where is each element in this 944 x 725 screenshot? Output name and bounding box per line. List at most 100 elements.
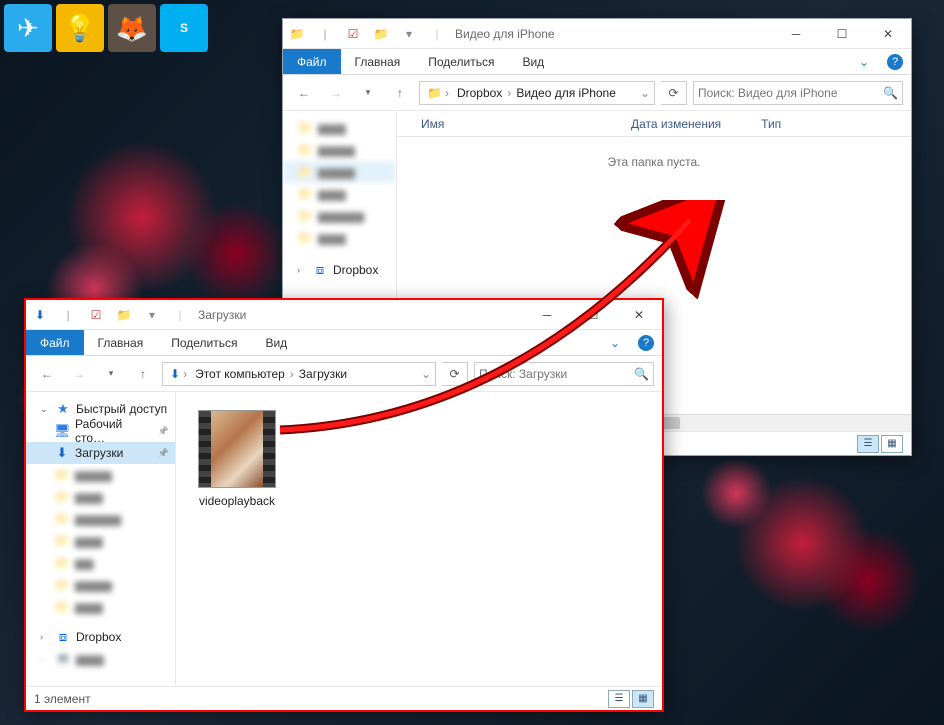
breadcrumb-seg[interactable]: Dropbox (454, 86, 505, 100)
video-thumbnail-icon (198, 410, 276, 488)
chevron-down-icon[interactable]: ⌄ (640, 86, 650, 100)
nav-item-blurred[interactable]: 📁▆▆▆ (283, 117, 396, 139)
content-pane[interactable]: videoplayback (176, 392, 662, 686)
view-details-button[interactable]: ☰ (608, 690, 630, 708)
nav-item-blurred[interactable]: 📁▆▆▆▆▆ (26, 508, 175, 530)
nav-item-blurred[interactable]: 📁▆▆▆▆ (283, 139, 396, 161)
ribbon-tab-home[interactable]: Главная (84, 330, 158, 355)
view-icons-button[interactable]: ▦ (632, 690, 654, 708)
ribbon-tab-share[interactable]: Поделиться (157, 330, 251, 355)
ribbon-expand-icon[interactable]: ⌄ (600, 330, 630, 355)
breadcrumb[interactable]: ⬇› Этот компьютер› Загрузки ⌄ (162, 362, 436, 386)
col-name[interactable]: Имя (421, 117, 631, 131)
refresh-button[interactable]: ⟳ (661, 81, 687, 105)
help-icon[interactable]: ? (887, 54, 903, 70)
maximize-button[interactable]: ☐ (570, 300, 616, 330)
downloads-icon: ⬇ (170, 367, 180, 381)
search-box[interactable]: 🔍 (474, 362, 654, 386)
breadcrumb[interactable]: 📁› Dropbox› Видео для iPhone ⌄ (419, 81, 655, 105)
view-icons-button[interactable]: ▦ (881, 435, 903, 453)
navigation-pane[interactable]: ⌄★Быстрый доступ 🖥Рабочий сто… ⬇Загрузки… (26, 392, 176, 686)
titlebar[interactable]: ⬇ | ☑ 📁 ▾ | Загрузки ─ ☐ ✕ (26, 300, 662, 330)
nav-recent-button[interactable]: ▾ (355, 80, 381, 106)
lightbulb-icon[interactable]: 💡 (56, 4, 104, 52)
desktop-icon: 🖥 (54, 423, 70, 439)
minimize-button[interactable]: ─ (773, 19, 819, 49)
nav-item-blurred[interactable]: 📁▆▆▆ (26, 596, 175, 618)
nav-item-blurred[interactable]: 📁▆▆▆ (26, 530, 175, 552)
nav-forward-button[interactable]: → (323, 80, 349, 106)
nav-item-blurred[interactable]: 📁▆▆▆▆ (26, 464, 175, 486)
qa-overflow-icon[interactable]: ▾ (138, 308, 166, 322)
nav-item-blurred[interactable]: 📁▆▆▆ (26, 486, 175, 508)
nav-item-dropbox[interactable]: ›⧈Dropbox (283, 259, 396, 281)
file-item-video[interactable]: videoplayback (194, 410, 280, 508)
qa-sep2: | (166, 308, 194, 322)
nav-item-blurred[interactable]: 📁▆▆ (26, 552, 175, 574)
help-icon[interactable]: ? (638, 335, 654, 351)
qa-overflow-icon[interactable]: ▾ (395, 27, 423, 41)
skype-icon[interactable]: S (160, 4, 208, 52)
ribbon-tab-view[interactable]: Вид (508, 49, 558, 74)
nav-item-desktop[interactable]: 🖥Рабочий сто… (26, 420, 175, 442)
maximize-button[interactable]: ☐ (819, 19, 865, 49)
qa-check-icon[interactable]: ☑ (339, 27, 367, 41)
breadcrumb-seg[interactable]: Этот компьютер (192, 367, 288, 381)
nav-item-blurred[interactable]: 📁▆▆▆ (283, 227, 396, 249)
downloads-icon: ⬇ (54, 445, 70, 461)
ribbon-tab-view[interactable]: Вид (251, 330, 301, 355)
col-type[interactable]: Тип (761, 117, 821, 131)
search-input[interactable] (479, 367, 630, 381)
breadcrumb-seg[interactable]: Видео для iPhone (513, 86, 619, 100)
search-box[interactable]: 🔍 (693, 81, 903, 105)
nav-recent-button[interactable]: ▾ (98, 361, 124, 387)
qa-separator: | (311, 27, 339, 41)
file-name: videoplayback (194, 494, 280, 508)
nav-item-dropbox[interactable]: ›⧈Dropbox (26, 626, 175, 648)
status-bar: 1 элемент ☰ ▦ (26, 686, 662, 710)
search-input[interactable] (698, 86, 879, 100)
ribbon-tab-share[interactable]: Поделиться (414, 49, 508, 74)
ribbon-expand-icon[interactable]: ⌄ (849, 49, 879, 74)
refresh-button[interactable]: ⟳ (442, 362, 468, 386)
nav-item-blurred[interactable]: 📁▆▆▆▆ (26, 574, 175, 596)
star-icon: ★ (55, 401, 71, 417)
nav-item-blurred[interactable]: ›💻▆▆▆ (26, 648, 175, 670)
nav-up-button[interactable]: ↑ (387, 80, 413, 106)
column-headers[interactable]: Имя Дата изменения Тип (397, 111, 911, 137)
search-icon[interactable]: 🔍 (630, 367, 649, 381)
nav-forward-button[interactable]: → (66, 361, 92, 387)
dropbox-icon: ⧈ (312, 262, 328, 278)
minimize-button[interactable]: ─ (524, 300, 570, 330)
downloads-icon: ⬇ (26, 308, 54, 322)
close-button[interactable]: ✕ (616, 300, 662, 330)
ribbon-tab-home[interactable]: Главная (341, 49, 415, 74)
nav-label: Быстрый доступ (76, 402, 167, 416)
telegram-icon[interactable]: ✈ (4, 4, 52, 52)
ribbon-tab-file[interactable]: Файл (26, 330, 84, 355)
view-details-button[interactable]: ☰ (857, 435, 879, 453)
ribbon-tab-file[interactable]: Файл (283, 49, 341, 74)
search-icon[interactable]: 🔍 (879, 86, 898, 100)
status-text: 1 элемент (34, 692, 91, 706)
nav-item-blurred[interactable]: 📁▆▆▆▆▆ (283, 205, 396, 227)
nav-back-button[interactable]: ← (291, 80, 317, 106)
qa-check-icon[interactable]: ☑ (82, 308, 110, 322)
nav-up-button[interactable]: ↑ (130, 361, 156, 387)
qa-sep2: | (423, 27, 451, 41)
ribbon: Файл Главная Поделиться Вид ⌄ ? (26, 330, 662, 356)
breadcrumb-seg[interactable]: Загрузки (296, 367, 350, 381)
col-date[interactable]: Дата изменения (631, 117, 761, 131)
nav-item-blurred[interactable]: 📁▆▆▆ (283, 183, 396, 205)
nav-item-blurred[interactable]: 📁▆▆▆▆ (283, 161, 396, 183)
nav-item-downloads[interactable]: ⬇Загрузки (26, 442, 175, 464)
gimp-icon[interactable]: 🦊 (108, 4, 156, 52)
nav-label: Dropbox (76, 630, 121, 644)
chevron-down-icon[interactable]: ⌄ (421, 367, 431, 381)
close-button[interactable]: ✕ (865, 19, 911, 49)
nav-label: Dropbox (333, 263, 378, 277)
qa-folder-icon[interactable]: 📁 (110, 308, 138, 322)
qa-folder-icon[interactable]: 📁 (367, 27, 395, 41)
titlebar[interactable]: 📁 | ☑ 📁 ▾ | Видео для iPhone ─ ☐ ✕ (283, 19, 911, 49)
nav-back-button[interactable]: ← (34, 361, 60, 387)
